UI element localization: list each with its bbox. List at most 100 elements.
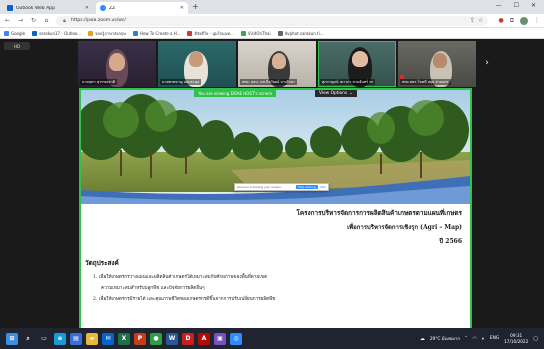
tab-zoom[interactable]: ZZ ✕ [96, 2, 188, 14]
participant-gallery: นายจุฑา สุวรรณชาติ นายชายชาญ อ่อนละมุล ส… [78, 41, 476, 87]
edge-icon[interactable]: e [54, 332, 66, 345]
forward-icon[interactable]: → [17, 17, 24, 24]
meeting-info-badge[interactable]: HD [4, 42, 30, 50]
puzzle-icon[interactable]: ⧉ [510, 17, 514, 25]
url-input[interactable]: 🔒︎ https://pwa.zoom.us/wc/ ⇪ ☆ [56, 15, 489, 26]
plus-icon[interactable]: + [192, 3, 199, 11]
pdf-icon[interactable]: A [198, 332, 210, 345]
profile-avatar[interactable] [520, 16, 528, 25]
bookmark-outlook[interactable]: sarakun17 - Outloo... [32, 30, 81, 36]
volume-icon[interactable]: 🔈︎ [482, 336, 485, 342]
reload-icon[interactable]: ↻ [30, 17, 37, 24]
explorer-icon[interactable]: ▰ [86, 332, 98, 345]
task-view-icon[interactable]: ▭ [38, 332, 50, 345]
chevron-up-icon[interactable]: ˄ [465, 336, 468, 342]
objective-heading: วัตถุประสงค์ [85, 259, 119, 267]
participant-name: นายจุฑา สุวรรณชาติ [80, 79, 118, 85]
bookmark-icon [240, 30, 246, 36]
search-icon[interactable]: ⌕ [22, 332, 34, 345]
slide-title: โครงการบริหารจัดการการผลิตสินค้าเกษตรตาม… [296, 208, 462, 246]
participant-tile[interactable]: ศุภกาญจน์ เยาวภา สวนจันทร์ รก [318, 41, 396, 87]
tab-title: ZZ [109, 5, 116, 11]
notification-icon[interactable]: ▢ [533, 336, 538, 342]
maximize-icon[interactable]: ☐ [514, 2, 519, 9]
participant-tile[interactable]: นายชายชาญ อ่อนละมุล [158, 41, 236, 87]
minimize-icon[interactable]: — [496, 2, 502, 9]
windows-start-icon[interactable]: ⊞ [6, 332, 18, 345]
participant-tile[interactable]: สพจ.สพร.โชคดี สบุย สายนทร [398, 41, 476, 87]
face [433, 53, 447, 68]
bookmark-english[interactable]: รอบรู้ภาษาอังกฤษ [88, 30, 126, 37]
chrome-icon[interactable]: ● [150, 332, 162, 345]
window-controls: — ☐ ✕ [496, 2, 536, 9]
bookmark-deejang[interactable]: ดีจังดีใจ - นุ่มใจนนท... [187, 30, 234, 37]
google-icon [4, 30, 9, 36]
clock[interactable]: 09:31 17/10/2022 [504, 333, 528, 345]
tab-outlook[interactable]: Outlook Web App ✕ [3, 2, 93, 14]
bookmark-icon [187, 30, 193, 36]
back-icon[interactable]: ← [4, 17, 11, 24]
slide-title-line3: ปี 2566 [439, 238, 462, 245]
objective-item: 2. เพื่อให้เกษตรกรมีรายได้ และคุณภาพชีวิ… [93, 297, 276, 302]
photos-icon[interactable]: ▣ [214, 332, 226, 345]
stop-sharing-button[interactable]: Stop sharing [295, 185, 318, 189]
app-red-icon[interactable]: D [182, 332, 194, 345]
participant-tile[interactable]: สพจ. สอน. นท.นีลวัณณ์ บางรักษา [238, 41, 316, 87]
objective-item: 1. เพื่อให้เกษตรกรวางแผนและผลิตสินค้าเกษ… [93, 275, 268, 280]
participant-name: สพจ.สพร.โชคดี สบุย สายนทร [400, 79, 451, 85]
bookmark-icon [88, 30, 94, 36]
system-tray: ☁ 29°C มีเมฆมาก ˄ ◠ 🔈︎ ENG 09:31 17/10/2… [420, 333, 538, 345]
bookmark-visitonthai[interactable]: VisitOnThai [240, 30, 271, 36]
outlook-icon [7, 5, 13, 11]
face [272, 53, 286, 69]
bookmark-howto[interactable]: How To Create a H... [132, 30, 180, 36]
objective-item: ความเหมาะสมสำหรับปลูกพืช และปัจจัยการผลิ… [101, 286, 205, 291]
bookmark-icon [132, 30, 138, 36]
excel-icon[interactable]: X [118, 332, 130, 345]
bookmark-dvphot[interactable]: dvphot.sarakun.ti... [277, 30, 324, 36]
weather-text[interactable]: 29°C มีเมฆมาก [430, 335, 460, 342]
home-icon[interactable]: ⌂ [43, 17, 50, 24]
tab-bar: Outlook Web App ✕ ZZ ✕ + — ☐ ✕ [0, 0, 544, 14]
extension-icon[interactable]: ● [498, 17, 503, 24]
powerpoint-icon[interactable]: P [134, 332, 146, 345]
slide-title-line2: เพื่อการบริหารจัดการเชิงรุก (Agri – Map) [347, 224, 462, 231]
address-bar: ← → ↻ ⌂ 🔒︎ https://pwa.zoom.us/wc/ ⇪ ☆ ●… [0, 14, 544, 28]
close-tab-icon[interactable]: ✕ [180, 5, 184, 11]
view-options-button[interactable]: View Options ⌄ [315, 90, 357, 97]
face [189, 51, 203, 67]
zoom-meeting: HD นายจุฑา สุวรรณชาติ นายชายชาญ อ่อนละมุ… [0, 39, 544, 349]
bookmark-icon [277, 30, 283, 36]
language-indicator[interactable]: ENG [490, 336, 499, 341]
word-icon[interactable]: W [166, 332, 178, 345]
taskbar-apps: ⊞ ⌕ ▭ e ▤ ▰ ✉ X P ● W D A ▣ ◎ [6, 332, 242, 345]
zoom-app-icon[interactable]: ◎ [230, 332, 242, 345]
hide-button[interactable]: Hide [320, 185, 326, 189]
close-icon[interactable]: ✕ [531, 2, 536, 9]
shared-screen: โครงการบริหารจัดการการผลิตสินค้าเกษตรตาม… [79, 88, 472, 349]
close-tab-icon[interactable]: ✕ [85, 5, 89, 11]
bookmarks-bar: Google sarakun17 - Outloo... รอบรู้ภาษาอ… [0, 28, 544, 39]
slide-title-line1: โครงการบริหารจัดการการผลิตสินค้าเกษตรตาม… [296, 209, 462, 217]
participant-tile[interactable]: นายจุฑา สุวรรณชาติ [78, 41, 156, 87]
sharing-notice: zoom.us is sharing your screen. Stop sha… [234, 183, 329, 191]
participant-name: นายชายชาญ อ่อนละมุล [160, 79, 202, 85]
taskbar: ⊞ ⌕ ▭ e ▤ ▰ ✉ X P ● W D A ▣ ◎ ☁ 29°C มีเมฆมาก ˄ ◠ 🔈︎ E… [0, 328, 544, 349]
chevron-right-icon[interactable]: › [482, 53, 492, 73]
face [352, 51, 368, 67]
participant-name: ศุภกาญจน์ เยาวภา สวนจันทร์ รก [320, 79, 376, 85]
sharing-notice-text: zoom.us is sharing your screen. [237, 185, 282, 189]
star-icon[interactable]: ☆ [478, 17, 483, 24]
face [109, 53, 125, 71]
store-icon[interactable]: ▤ [70, 332, 82, 345]
cloud-icon: ☁ [419, 335, 425, 342]
lock-icon: 🔒︎ [63, 17, 66, 24]
bookmark-google[interactable]: Google [4, 30, 25, 36]
screen-share-banner: You are viewing DOAE HOST's screen [194, 90, 277, 97]
share-icon[interactable]: ⇪ [470, 17, 475, 24]
zoom-icon [100, 5, 106, 11]
menu-icon[interactable]: ⋮ [534, 17, 540, 24]
mail-icon[interactable]: ✉ [102, 332, 114, 345]
wifi-icon[interactable]: ◠ [472, 336, 476, 342]
url-text: https://pwa.zoom.us/wc/ [71, 18, 126, 23]
